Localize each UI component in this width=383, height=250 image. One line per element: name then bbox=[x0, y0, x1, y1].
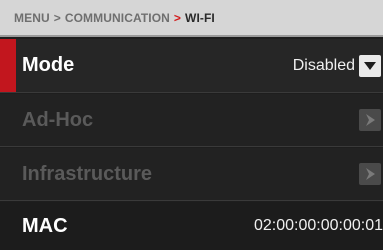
infrastructure-open-button[interactable] bbox=[359, 163, 381, 185]
breadcrumb-menu[interactable]: MENU bbox=[14, 11, 50, 25]
breadcrumb-current: WI-FI bbox=[185, 10, 215, 25]
mac-label: MAC bbox=[22, 214, 68, 237]
breadcrumb-communication[interactable]: COMMUNICATION bbox=[65, 11, 170, 25]
adhoc-row[interactable]: Ad-Hoc bbox=[0, 94, 383, 147]
mac-value: 02:00:00:00:00:01 bbox=[253, 217, 383, 234]
infrastructure-row[interactable]: Infrastructure bbox=[0, 148, 383, 201]
infrastructure-label: Infrastructure bbox=[22, 162, 153, 185]
mode-dropdown-button[interactable] bbox=[359, 54, 381, 77]
mac-row: MAC 02:00:00:00:00:01 bbox=[0, 202, 383, 250]
adhoc-open-button[interactable] bbox=[359, 109, 381, 131]
breadcrumb-separator-accent: > bbox=[173, 10, 182, 25]
mode-row[interactable]: Mode Disabled bbox=[0, 39, 383, 93]
selection-indicator bbox=[0, 39, 16, 92]
adhoc-label: Ad-Hoc bbox=[22, 108, 94, 131]
mode-label: Mode bbox=[22, 54, 75, 76]
chevron-down-icon bbox=[364, 61, 376, 70]
chevron-right-icon bbox=[366, 168, 375, 180]
breadcrumb-separator: > bbox=[53, 10, 61, 25]
mode-value[interactable]: Disabled bbox=[293, 57, 355, 75]
chevron-right-icon bbox=[366, 114, 375, 126]
breadcrumb: MENU > COMMUNICATION > WI-FI bbox=[0, 0, 383, 37]
